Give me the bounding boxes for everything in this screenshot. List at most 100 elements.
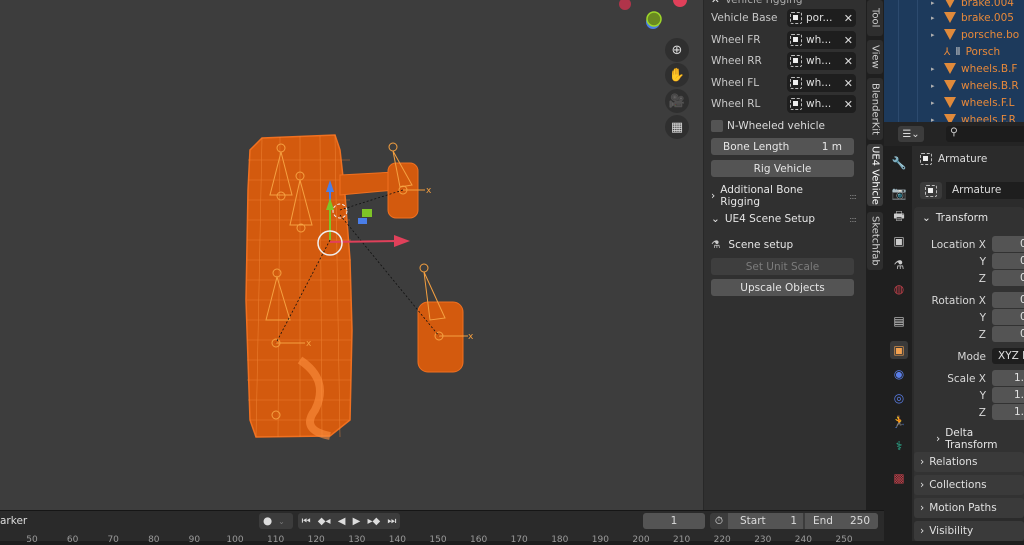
render-icon[interactable]: 📷 xyxy=(890,184,908,202)
texture-icon[interactable]: ▩ xyxy=(890,469,908,487)
scene-setup-label: Scene setup xyxy=(728,239,794,251)
wheel-rr-field[interactable]: wh... ✕ xyxy=(787,52,856,70)
car-body-mesh[interactable] xyxy=(245,134,396,440)
wheel-rr-row: Wheel RR wh... ✕ xyxy=(711,52,856,70)
wheel-fr-row: Wheel FR wh... ✕ xyxy=(711,31,856,49)
bone-icon[interactable]: ⚕ xyxy=(890,437,908,455)
ruler-tick: 250 xyxy=(835,535,853,545)
relations-panel[interactable]: › Relations xyxy=(914,452,1024,472)
n-wheeled-row[interactable]: N-Wheeled vehicle xyxy=(711,117,856,135)
ruler-tick: 80 xyxy=(148,535,160,545)
scene-icon[interactable]: ⚗ xyxy=(890,256,908,274)
mesh-icon xyxy=(944,29,956,40)
world-icon[interactable]: ◍ xyxy=(890,280,908,298)
tab-blenderkit[interactable]: BlenderKit xyxy=(867,78,883,140)
wheel-rr-mesh[interactable] xyxy=(417,301,464,373)
vehicle-base-field[interactable]: por... ✕ xyxy=(787,9,856,27)
additional-bone-rigging-panel[interactable]: › Additional Bone Rigging :::: xyxy=(711,184,857,208)
outliner-item[interactable]: ▸ wheels.F.L xyxy=(931,94,1014,111)
location-z-field[interactable]: 0 xyxy=(992,270,1024,286)
camera-view-icon[interactable]: 🎥 xyxy=(665,89,689,113)
rotation-z-field[interactable]: 0 xyxy=(992,326,1024,342)
output-icon[interactable]: 🖶 xyxy=(890,208,908,226)
particles-icon[interactable]: ◉ xyxy=(890,365,908,383)
collections-panel[interactable]: › Collections xyxy=(914,475,1024,495)
ruler-tick: 110 xyxy=(267,535,285,545)
gizmo-x-icon[interactable] xyxy=(673,0,687,7)
visibility-panel[interactable]: › Visibility xyxy=(914,521,1024,541)
zoom-view-icon[interactable]: ⊕ xyxy=(665,38,689,62)
scale-y-field[interactable]: 1. xyxy=(992,387,1024,403)
wheel-fr-field[interactable]: wh... ✕ xyxy=(787,31,856,49)
properties-search-input[interactable]: ⚲ xyxy=(946,126,1024,142)
clear-icon[interactable]: ✕ xyxy=(844,34,853,47)
tab-tool[interactable]: Tool xyxy=(867,0,883,36)
location-x-field[interactable]: 0 xyxy=(992,236,1024,252)
rig-vehicle-button[interactable]: Rig Vehicle xyxy=(711,160,854,177)
ruler-tick: 70 xyxy=(107,535,119,545)
item-label: wheels.F.R xyxy=(961,113,1016,123)
object-icon xyxy=(920,153,932,165)
scale-x-field[interactable]: 1. xyxy=(992,370,1024,386)
perspective-grid-icon[interactable]: ▦ xyxy=(665,115,689,139)
armature-icon: ⅄ xyxy=(944,45,951,58)
gizmo-neg-x-icon[interactable] xyxy=(619,0,631,10)
scene-canvas[interactable]: x x x xyxy=(0,0,703,510)
chevron-down-icon: ⌄ xyxy=(711,213,720,225)
upscale-objects-button[interactable]: Upscale Objects xyxy=(711,279,854,296)
constraints-icon[interactable]: 🏃 xyxy=(890,413,908,431)
clear-icon[interactable]: ✕ xyxy=(844,77,853,90)
collection-icon[interactable]: ▤ xyxy=(890,312,908,330)
editor-type-dropdown[interactable]: ☰⌄ xyxy=(898,126,924,142)
outliner-item[interactable]: ▸ porsche.bo xyxy=(931,26,1019,43)
location-y-field[interactable]: 0 xyxy=(992,253,1024,269)
panel-title: Delta Transform xyxy=(945,427,998,451)
pan-view-icon[interactable]: ✋ xyxy=(665,63,689,87)
3d-viewport[interactable]: x x x ⊕ ✋ 🎥 ▦ xyxy=(0,0,703,510)
bone-length-field[interactable]: Bone Length 1 m xyxy=(711,138,854,155)
tab-sketchfab[interactable]: Sketchfab xyxy=(867,212,883,270)
drag-handle-icon[interactable]: :::: xyxy=(849,215,857,224)
rotation-z-label: Z xyxy=(978,329,986,341)
n-wheeled-checkbox[interactable] xyxy=(711,120,723,132)
object-datablock-field[interactable]: Armature xyxy=(920,182,1024,199)
outliner-item[interactable]: ▸ brake.005 xyxy=(931,9,1014,26)
object-icon xyxy=(925,184,937,197)
mesh-icon xyxy=(944,114,956,122)
outliner-item[interactable]: ▸ wheels.F.R xyxy=(931,111,1016,123)
ruler-tick: 170 xyxy=(510,535,528,545)
clear-icon[interactable]: ✕ xyxy=(844,55,853,68)
mesh-icon xyxy=(944,0,956,8)
scale-z-field[interactable]: 1. xyxy=(992,404,1024,420)
outliner-item[interactable]: ▸ wheels.B.R xyxy=(931,77,1019,94)
panel-title: Motion Paths xyxy=(929,502,997,514)
frame-ruler[interactable]: 50 60 70 80 90 100 110 120 130 140 150 160 170 180 190… xyxy=(0,511,884,545)
rotation-y-field[interactable]: 0 xyxy=(992,309,1024,325)
tab-view[interactable]: View xyxy=(867,40,883,74)
scale-y-label: Y xyxy=(979,390,986,402)
view-layer-icon[interactable]: ▣ xyxy=(890,232,908,250)
ue4-scene-setup-panel[interactable]: ⌄ UE4 Scene Setup :::: xyxy=(711,210,857,228)
clear-icon[interactable]: ✕ xyxy=(844,12,853,25)
drag-handle-icon[interactable]: :::: xyxy=(849,192,857,201)
field-label: Vehicle Base xyxy=(711,12,778,24)
gizmo-y-icon[interactable] xyxy=(646,11,662,27)
clear-icon[interactable]: ✕ xyxy=(844,98,853,111)
outliner-item[interactable]: ▸ wheels.B.F xyxy=(931,60,1017,77)
tab-ue4-vehicle[interactable]: UE4 Vehicle xyxy=(867,144,883,206)
transform-panel-header[interactable]: ⌄ Transform xyxy=(922,209,1014,227)
motion-paths-panel[interactable]: › Motion Paths xyxy=(914,498,1024,518)
set-unit-scale-button[interactable]: Set Unit Scale xyxy=(711,258,854,275)
wheel-rl-field[interactable]: wh... ✕ xyxy=(787,95,856,113)
rotation-x-field[interactable]: 0 xyxy=(992,292,1024,308)
wheel-fl-field[interactable]: wh... ✕ xyxy=(787,74,856,92)
outliner[interactable]: ▸ brake.004 ▸ brake.005 ▸ porsche.bo ⅄ Ⅱ Pors… xyxy=(884,0,1024,122)
vehicle-rigging-header[interactable]: ✕ Vehicle rigging xyxy=(711,0,856,9)
timeline[interactable]: arker ● ⌄ ⏮ ◆◂ ◀ ▶ ▸◆ ⏭ 1 ⏱ Start 1 End 250… xyxy=(0,510,884,545)
tool-icon[interactable]: 🔧 xyxy=(890,154,908,172)
object-icon[interactable]: ▣ xyxy=(890,341,908,359)
physics-icon[interactable]: ◎ xyxy=(890,389,908,407)
delta-transform-panel[interactable]: › Delta Transform xyxy=(936,427,1014,451)
rotation-mode-dropdown[interactable]: XYZ E xyxy=(992,348,1024,364)
outliner-item[interactable]: ⅄ Ⅱ Porsch xyxy=(944,43,1000,60)
